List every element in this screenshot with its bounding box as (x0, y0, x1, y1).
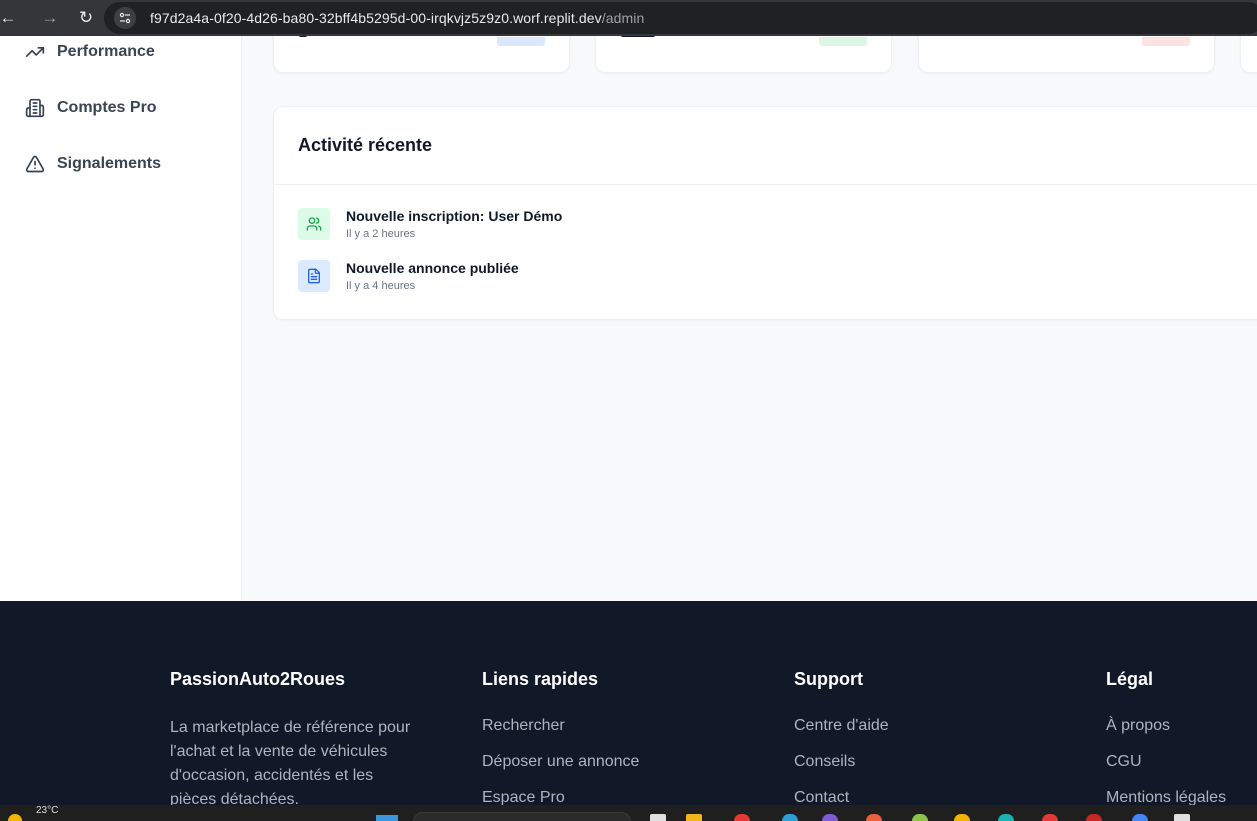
url-path: /admin (601, 10, 645, 26)
back-button[interactable]: ← (0, 0, 17, 36)
main-content: Activité récente Nouvelle inscription: U… (242, 36, 1257, 601)
address-bar[interactable]: f97d2a4a-0f20-4d26-ba80-32bff4b5295d-00-… (104, 2, 1257, 34)
stat-value (620, 36, 656, 37)
app-icon[interactable] (822, 814, 838, 821)
taskbar-search[interactable] (413, 812, 631, 821)
footer-column-title: Support (794, 669, 863, 689)
activity-item: Nouvelle annonce publiée Il y a 4 heures (298, 260, 519, 296)
footer-brand-column: PassionAuto2Roues La marketplace de réfé… (170, 669, 420, 805)
activity-item-time: Il y a 2 heures (346, 228, 416, 240)
start-icon[interactable] (376, 815, 398, 821)
app-icon[interactable] (686, 814, 702, 821)
users-icon (298, 208, 330, 240)
divider (274, 184, 1257, 185)
arrow-left-icon: ← (0, 8, 17, 27)
stat-card (273, 36, 570, 73)
url-host: f97d2a4a-0f20-4d26-ba80-32bff4b5295d-00-… (150, 10, 602, 26)
stat-icon-chip (497, 37, 545, 46)
footer-link-espace-pro[interactable]: Espace Pro (482, 788, 639, 805)
admin-sidebar: Performance Comptes Pro Signalements (0, 36, 242, 601)
app-icon[interactable] (998, 814, 1014, 821)
footer-link-contact[interactable]: Contact (794, 788, 889, 805)
weather-temperature: 23°C (36, 805, 59, 816)
app-icon[interactable] (782, 814, 798, 821)
footer-link-centre-aide[interactable]: Centre d'aide (794, 716, 889, 736)
url-text: f97d2a4a-0f20-4d26-ba80-32bff4b5295d-00-… (150, 10, 644, 26)
stat-card (918, 36, 1215, 73)
site-footer: PassionAuto2Roues La marketplace de réfé… (0, 601, 1257, 805)
footer-link-rechercher[interactable]: Rechercher (482, 716, 639, 736)
stat-value (298, 36, 308, 37)
arrow-right-icon: → (41, 8, 59, 27)
os-taskbar: 23°C (0, 805, 1257, 821)
trending-up-icon (24, 41, 46, 63)
forward-button[interactable]: → (34, 0, 66, 36)
weather-icon[interactable] (8, 814, 22, 821)
app-icon[interactable] (734, 814, 750, 821)
stat-icon-chip (819, 37, 867, 46)
app-icon[interactable] (954, 814, 970, 821)
app-icon[interactable] (912, 814, 928, 821)
sidebar-item-signalements[interactable]: Signalements (24, 152, 161, 176)
sidebar-item-comptes-pro[interactable]: Comptes Pro (24, 96, 157, 120)
app-icon[interactable] (650, 814, 666, 821)
footer-quick-links-column: Liens rapides Rechercher Déposer une ann… (482, 669, 639, 805)
recent-activity-card: Activité récente Nouvelle inscription: U… (273, 106, 1257, 320)
sidebar-item-label: Signalements (57, 155, 162, 172)
app-icon[interactable] (1042, 814, 1058, 821)
app-icon[interactable] (1174, 814, 1190, 821)
activity-item: Nouvelle inscription: User Démo Il y a 2… (298, 208, 562, 244)
activity-item-title: Nouvelle inscription: User Démo (346, 208, 563, 224)
app-icon[interactable] (1132, 814, 1148, 821)
activity-item-time: Il y a 4 heures (346, 280, 416, 292)
footer-link-mentions-legales[interactable]: Mentions légales (1106, 788, 1226, 805)
stat-card (1240, 36, 1257, 73)
stat-card (595, 36, 892, 73)
activity-title: Activité récente (298, 135, 433, 155)
footer-link-conseils[interactable]: Conseils (794, 752, 889, 772)
sidebar-item-performance[interactable]: Performance (24, 40, 155, 64)
footer-support-column: Support Centre d'aide Conseils Contact (794, 669, 889, 805)
footer-link-a-propos[interactable]: À propos (1106, 716, 1226, 736)
footer-column-title: Légal (1106, 669, 1154, 689)
reload-icon: ↻ (78, 8, 94, 27)
document-icon (298, 260, 330, 292)
footer-link-deposer-annonce[interactable]: Déposer une annonce (482, 752, 639, 772)
footer-link-cgu[interactable]: CGU (1106, 752, 1226, 772)
stat-icon-chip (1142, 37, 1190, 46)
app-icon[interactable] (866, 814, 882, 821)
footer-column-title: Liens rapides (482, 669, 599, 689)
activity-item-title: Nouvelle annonce publiée (346, 260, 519, 276)
browser-toolbar: ← → ↻ f97d2a4a-0f20-4d26-ba80-32bff4b529… (0, 0, 1257, 36)
sidebar-item-label: Performance (57, 43, 155, 60)
footer-description: La marketplace de référence pour l'achat… (170, 719, 411, 805)
app-icon[interactable] (1086, 814, 1102, 821)
sidebar-item-label: Comptes Pro (57, 99, 157, 116)
reload-button[interactable]: ↻ (70, 0, 102, 36)
footer-legal-column: Légal À propos CGU Mentions légales (1106, 669, 1226, 805)
site-settings-icon[interactable] (114, 7, 136, 29)
footer-brand: PassionAuto2Roues (170, 669, 346, 689)
building-icon (24, 97, 46, 119)
warning-triangle-icon (24, 153, 46, 175)
